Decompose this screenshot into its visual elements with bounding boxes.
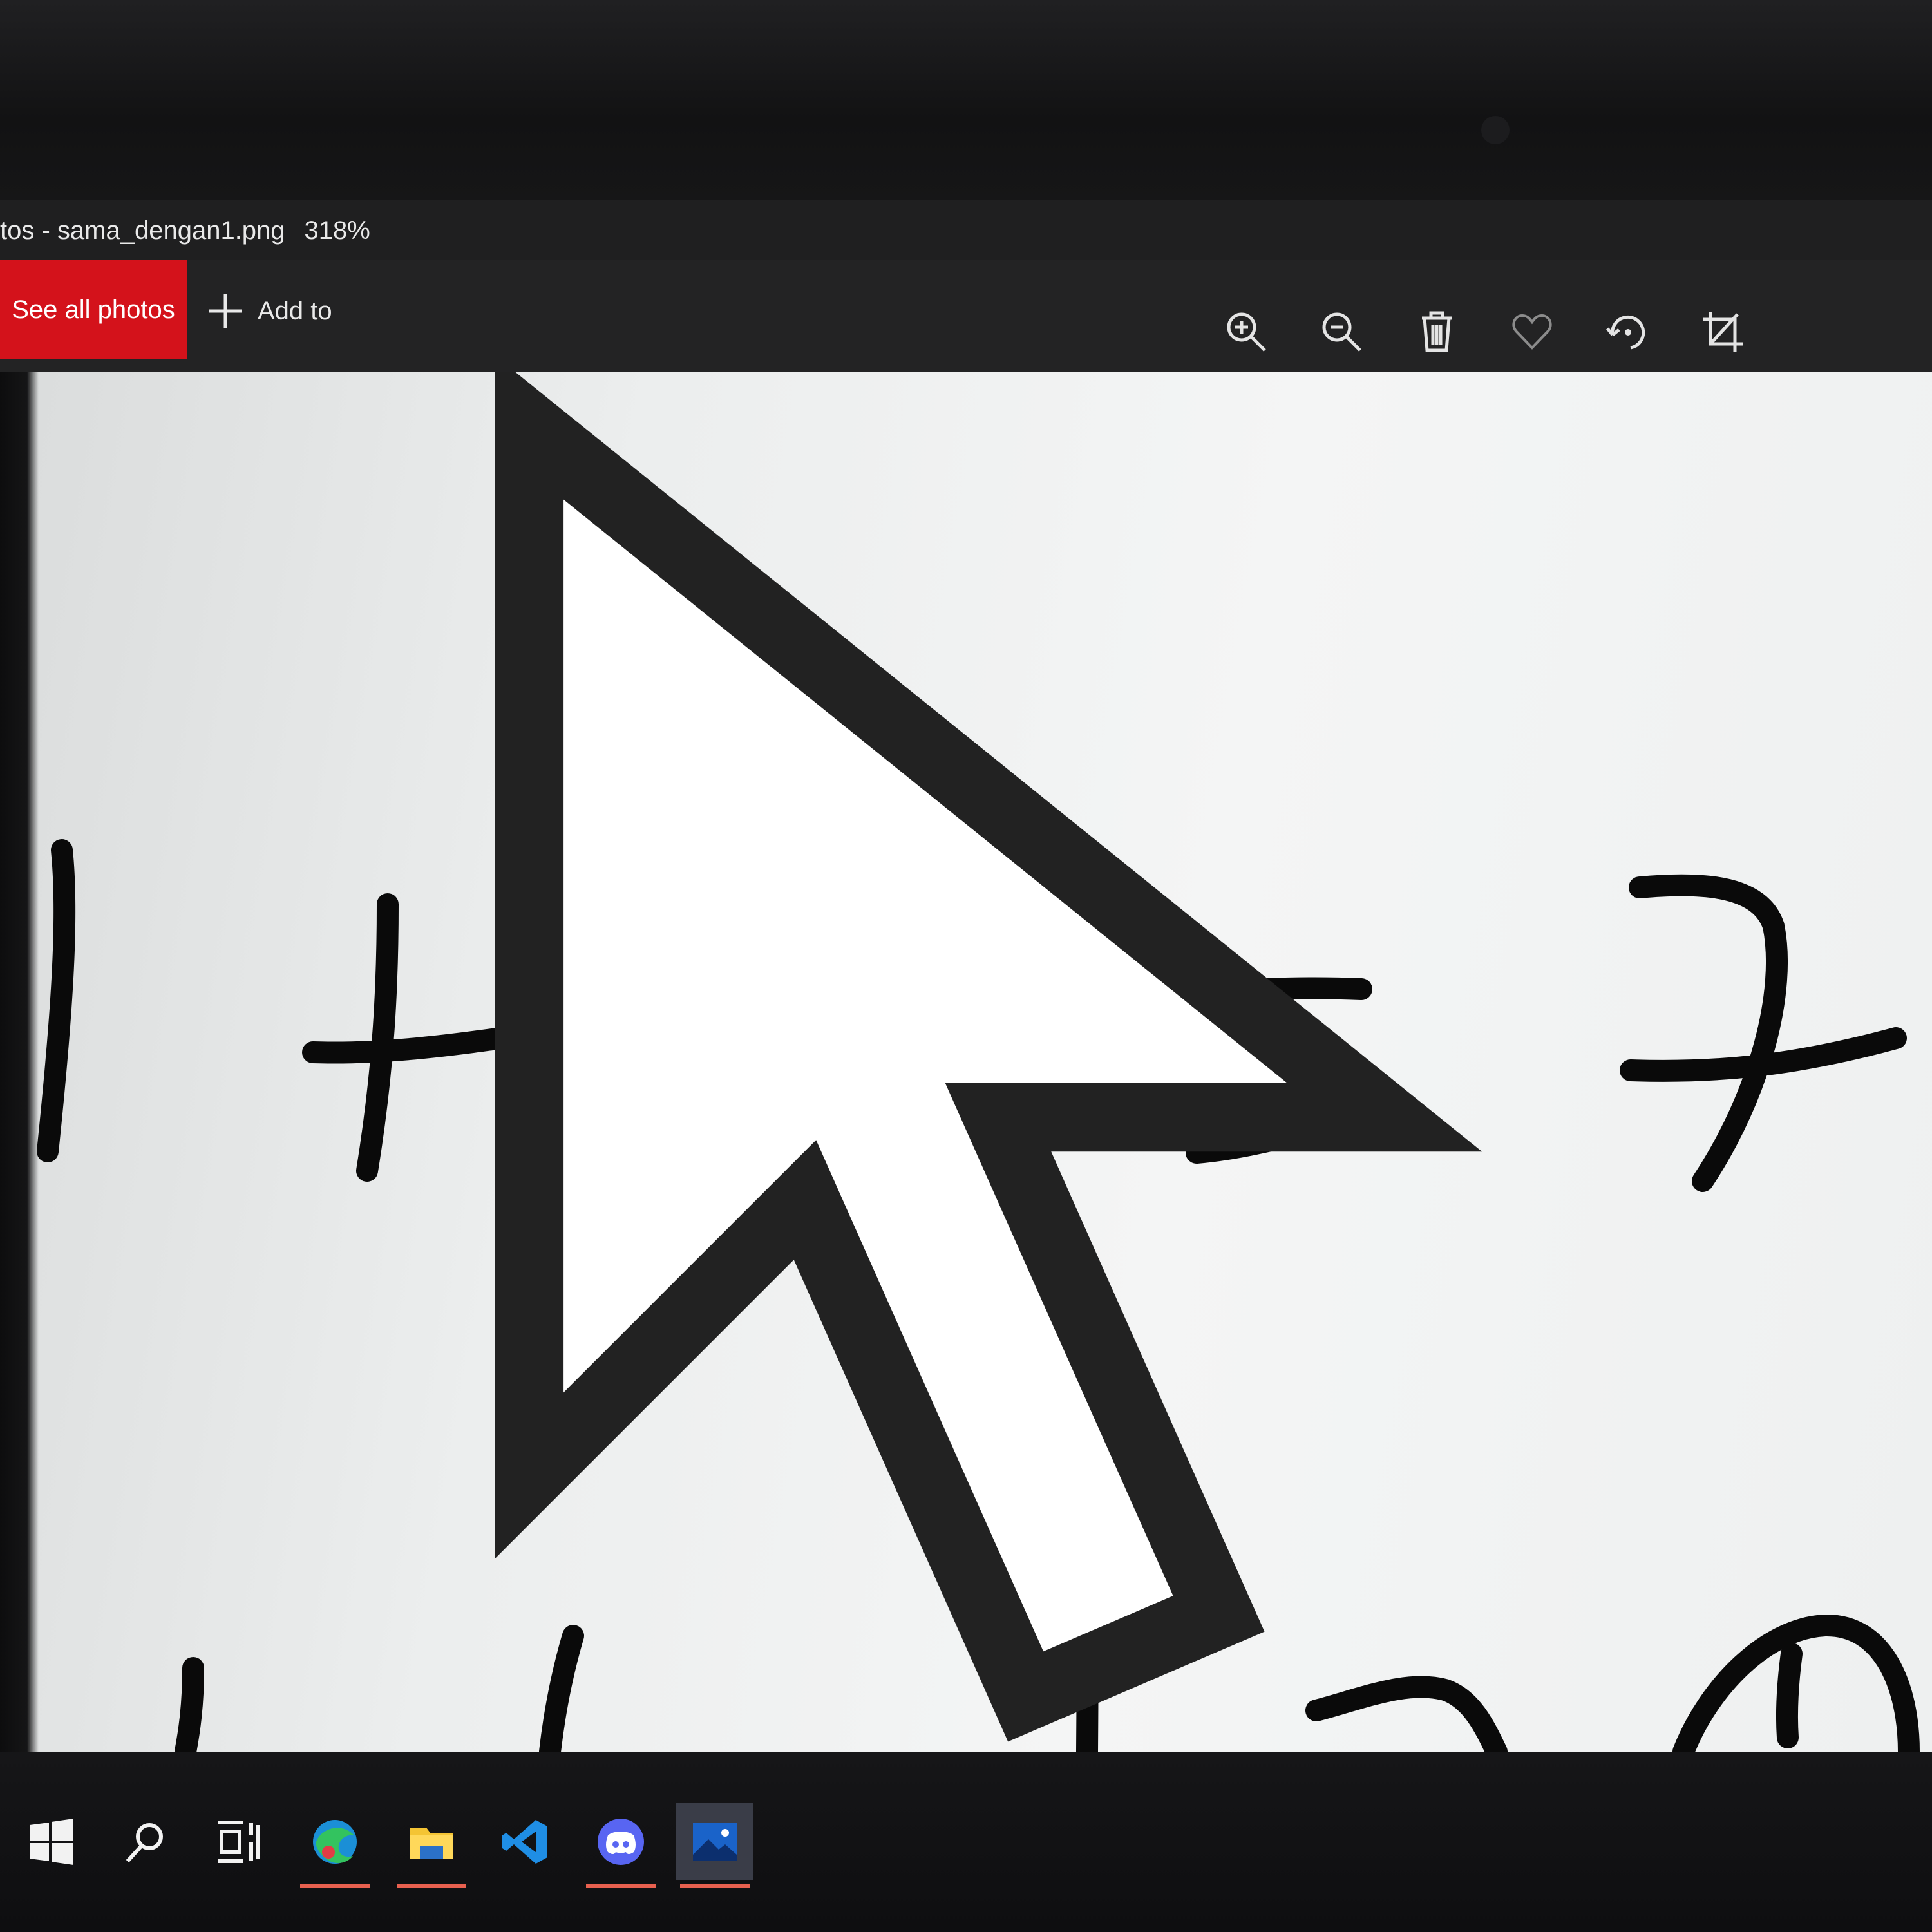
folder-icon (410, 1828, 453, 1859)
search-icon (126, 1823, 163, 1863)
window-title: tos - sama_dengan1.png 318% (0, 214, 370, 247)
image-canvas[interactable] (9, 372, 1932, 1752)
file-explorer-running-indicator (397, 1884, 466, 1888)
discord-button[interactable] (582, 1803, 659, 1888)
windows-logo-icon (30, 1819, 73, 1865)
mouse-cursor-icon (495, 372, 1482, 1742)
photos-running-indicator (680, 1884, 750, 1888)
plus-icon (209, 294, 242, 328)
add-to-label: Add to (258, 296, 332, 325)
zoom-out-icon[interactable] (1319, 309, 1364, 354)
see-all-photos-button[interactable]: See all photos (0, 260, 187, 359)
window-title-filename: tos - sama_dengan1.png (0, 216, 285, 245)
edge-icon (313, 1820, 357, 1864)
discord-running-indicator (586, 1884, 656, 1888)
discord-icon (598, 1819, 644, 1865)
photos-icon (693, 1823, 737, 1861)
photos-button[interactable] (676, 1803, 753, 1888)
delete-icon[interactable] (1414, 309, 1459, 354)
task-view-button[interactable] (198, 1803, 276, 1880)
vscode-icon (502, 1820, 547, 1864)
vscode-button[interactable] (487, 1803, 564, 1880)
search-button[interactable] (107, 1803, 184, 1880)
task-view-icon (218, 1821, 260, 1863)
edge-button[interactable] (296, 1803, 374, 1888)
rotate-icon[interactable] (1605, 309, 1650, 354)
monitor-bezel (0, 0, 1932, 200)
taskbar (0, 1752, 1932, 1932)
webcam (1481, 116, 1510, 144)
edge-running-indicator (300, 1884, 370, 1888)
zoom-level: 318% (304, 216, 370, 245)
start-button[interactable] (13, 1803, 90, 1880)
crop-icon[interactable] (1700, 309, 1745, 354)
add-to-button[interactable]: Add to (206, 283, 332, 339)
screen-edge (0, 372, 39, 1763)
favorite-icon[interactable] (1510, 309, 1555, 354)
file-explorer-button[interactable] (393, 1803, 470, 1888)
zoom-in-icon[interactable] (1224, 309, 1269, 354)
